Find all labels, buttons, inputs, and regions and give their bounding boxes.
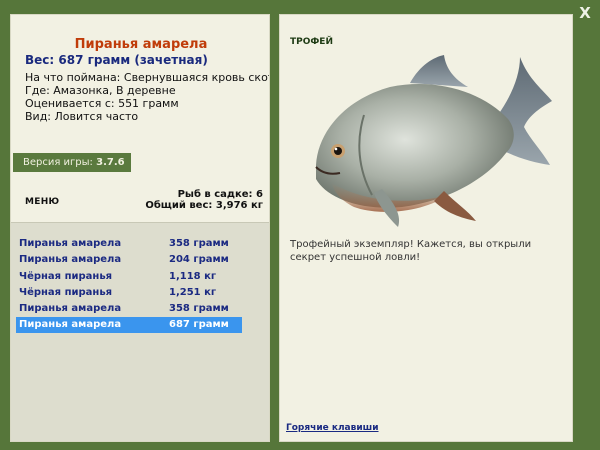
catch-weight: 687 грамм: [169, 319, 229, 330]
catch-weight: 358 грамм: [169, 238, 229, 249]
catch-name: Чёрная пиранья: [19, 287, 113, 298]
catch-row-selected[interactable]: Пиранья амарела 687 грамм: [16, 317, 242, 333]
fish-details: На что поймана: Свернувшаяся кровь скота…: [25, 71, 270, 123]
catch-weight: 1,251 кг: [169, 287, 217, 298]
catch-row[interactable]: Пиранья амарела 204 грамм: [16, 252, 242, 268]
close-icon[interactable]: X: [576, 4, 594, 22]
trophy-panel: ТРОФЕЙ Трофейный экземпляр! Кажется, вы …: [279, 14, 573, 442]
catch-name: Чёрная пиранья: [19, 271, 113, 282]
bait-line: На что поймана: Свернувшаяся кровь скота: [25, 71, 270, 84]
catch-list: Пиранья амарела 358 грамм Пиранья амарел…: [11, 222, 269, 441]
catch-name: Пиранья амарела: [19, 319, 122, 330]
menu-button[interactable]: МЕНЮ: [21, 195, 59, 208]
catch-row[interactable]: Чёрная пиранья 1,251 кг: [16, 285, 242, 301]
location-line: Где: Амазонка, В деревне: [25, 84, 176, 97]
fish-weight: Вес: 687 грамм (зачетная): [25, 53, 208, 67]
version-label: Версия игры:: [23, 157, 93, 168]
fish-title: Пиранья амарела: [74, 37, 208, 52]
catch-name: Пиранья амарела: [19, 254, 122, 265]
fish-image: [315, 55, 552, 227]
catch-name: Пиранья амарела: [19, 238, 122, 249]
game-window: X Пиранья амарела Вес: 687 грамм (зачетн…: [0, 0, 600, 450]
value-line: Оценивается с: 551 грамм: [25, 97, 179, 110]
fish-info-panel: Пиранья амарела Вес: 687 грамм (зачетная…: [10, 14, 270, 442]
catch-row[interactable]: Пиранья амарела 358 грамм: [16, 301, 242, 317]
trophy-description: Трофейный экземпляр! Кажется, вы открыли…: [290, 239, 532, 263]
catch-row[interactable]: Пиранья амарела 358 грамм: [16, 236, 242, 252]
cage-total-weight: Общий вес: 3,976 кг: [145, 200, 263, 211]
cage-stats: Рыб в садке: 6 Общий вес: 3,976 кг: [145, 189, 263, 211]
version-badge: Версия игры: 3.7.6: [13, 153, 131, 172]
hotkeys-link[interactable]: Горячие клавиши: [286, 423, 379, 433]
rarity-line: Вид: Ловится часто: [25, 110, 139, 123]
catch-weight: 358 грамм: [169, 303, 229, 314]
cage-count: Рыб в садке: 6: [177, 189, 263, 200]
catch-name: Пиранья амарела: [19, 303, 122, 314]
version-value: 3.7.6: [96, 157, 125, 168]
catch-weight: 204 грамм: [169, 254, 229, 265]
trophy-heading: ТРОФЕЙ: [290, 37, 333, 47]
catch-row[interactable]: Чёрная пиранья 1,118 кг: [16, 269, 242, 285]
catch-weight: 1,118 кг: [169, 271, 217, 282]
